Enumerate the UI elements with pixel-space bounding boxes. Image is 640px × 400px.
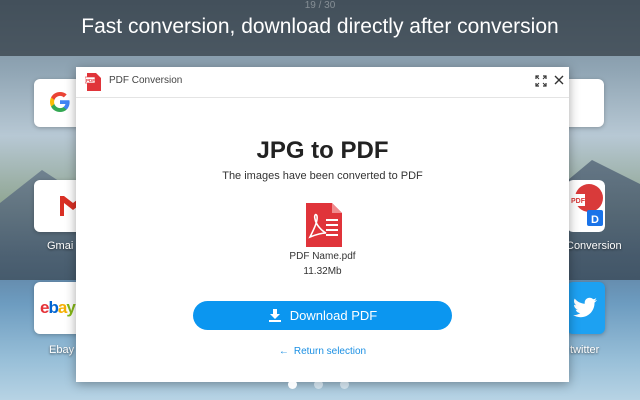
pdf-convert-app-icon: PDF D <box>567 180 605 232</box>
ebay-label: Ebay <box>49 344 75 356</box>
conversion-tile[interactable]: PDF D <box>567 180 605 232</box>
twitter-tile[interactable] <box>567 282 605 334</box>
return-label: Return selection <box>293 346 367 357</box>
carousel-dot-3[interactable] <box>340 380 349 389</box>
twitter-icon <box>573 297 597 318</box>
conversion-subtitle: The images have been converted to PDF <box>222 170 423 182</box>
arrow-left-icon: ← <box>278 346 289 357</box>
download-label: Download PDF <box>289 308 378 323</box>
expand-icon[interactable] <box>535 75 547 87</box>
conversion-label: Conversion <box>566 240 622 252</box>
svg-text:PDF: PDF <box>571 198 586 205</box>
google-logo <box>48 90 72 114</box>
carousel-dot-2[interactable] <box>314 380 323 389</box>
file-size: 11.32Mb <box>303 266 342 277</box>
dialog-title: PDF Conversion <box>109 75 183 86</box>
carousel-dot-1[interactable] <box>288 380 297 389</box>
return-selection-link[interactable]: ← Return selection <box>76 346 569 357</box>
carousel-pagination <box>284 380 364 390</box>
svg-text:PDF: PDF <box>86 78 95 83</box>
dialog-header: PDF PDF Conversion <box>76 67 569 98</box>
download-pdf-button[interactable]: Download PDF <box>193 301 452 330</box>
pdf-conversion-dialog: PDF PDF Conversion JPG to PDF The images… <box>76 67 569 382</box>
svg-text:D: D <box>591 214 599 226</box>
download-icon <box>268 309 281 322</box>
twitter-label: twitter <box>570 344 600 356</box>
pdf-app-icon: PDF <box>85 73 101 91</box>
conversion-heading: JPG to PDF <box>256 137 389 164</box>
close-icon[interactable] <box>553 74 565 86</box>
pdf-file-icon <box>306 203 342 247</box>
gmail-label: Gmai <box>47 240 74 252</box>
ebay-logo: ebay <box>40 298 76 317</box>
file-name: PDF Name.pdf <box>289 251 356 262</box>
google-icon <box>50 92 70 112</box>
banner-headline: Fast conversion, download directly after… <box>81 15 559 38</box>
promo-banner: 19 / 30 Fast conversion, download direct… <box>0 0 640 56</box>
